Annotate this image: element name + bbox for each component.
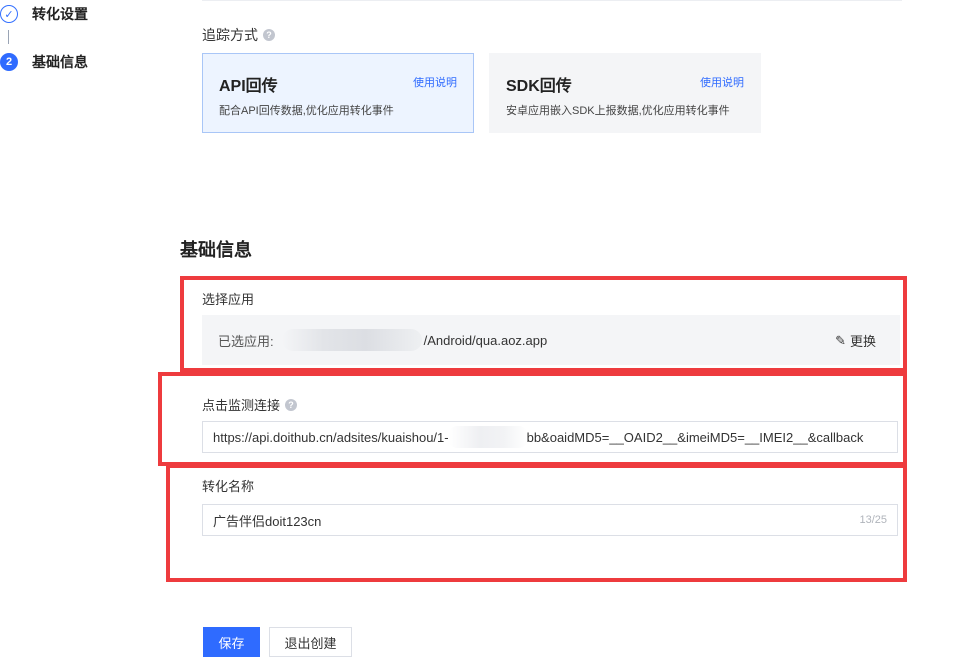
highlight-box-monitor-link [158, 372, 907, 466]
card-description: 配合API回传数据,优化应用转化事件 [219, 105, 394, 117]
step-number-badge: 2 [0, 53, 18, 71]
highlight-box-conversion-name [166, 464, 907, 582]
tracking-method-label: 追踪方式 ? [202, 25, 275, 45]
usage-guide-link[interactable]: 使用说明 [700, 74, 744, 90]
step-label: 转化设置 [32, 6, 88, 22]
step-basic-info[interactable]: 2 基础信息 [0, 52, 88, 72]
question-circle-icon[interactable]: ? [263, 29, 275, 41]
tracking-method-text: 追踪方式 [202, 27, 258, 43]
step-connector [8, 30, 9, 44]
step-conversion-settings[interactable]: ✓ 转化设置 [0, 4, 88, 24]
tracking-option-sdk[interactable]: SDK回传 安卓应用嵌入SDK上报数据,优化应用转化事件 使用说明 [489, 53, 761, 133]
save-button[interactable]: 保存 [203, 627, 260, 657]
card-description: 安卓应用嵌入SDK上报数据,优化应用转化事件 [506, 105, 730, 117]
section-title: 基础信息 [180, 240, 252, 260]
tracking-option-api[interactable]: API回传 配合API回传数据,优化应用转化事件 使用说明 [202, 53, 474, 133]
highlight-box-select-app [180, 276, 907, 372]
exit-create-button[interactable]: 退出创建 [269, 627, 352, 657]
step-label: 基础信息 [32, 54, 88, 70]
check-icon: ✓ [0, 5, 18, 23]
divider [202, 0, 902, 1]
usage-guide-link[interactable]: 使用说明 [413, 74, 457, 90]
